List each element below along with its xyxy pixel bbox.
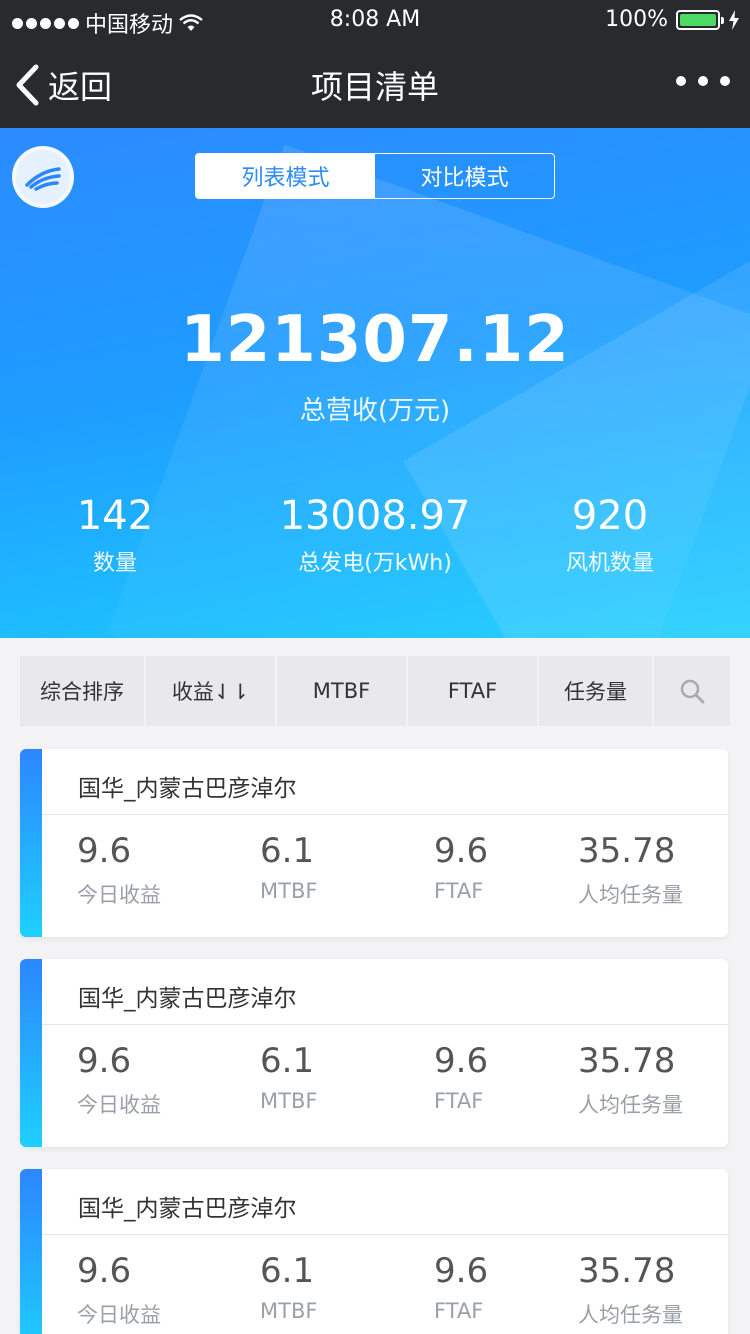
card-accent	[20, 959, 42, 1147]
metric-revenue: 9.6 今日收益	[77, 1041, 161, 1119]
sort-revenue[interactable]: 收益⇃⇂	[146, 656, 275, 726]
metric-mtbf: 6.1 MTBF	[260, 1041, 317, 1113]
tab-compare-mode[interactable]: 对比模式	[375, 154, 554, 198]
metric-value: 35.78	[578, 1041, 676, 1081]
sort-ftaf[interactable]: FTAF	[408, 656, 537, 726]
top-bar: 中国移动 8:08 AM 100% 返回 项目清单	[0, 0, 750, 128]
metric-label: 今日收益	[77, 883, 161, 907]
metric-tasks: 35.78 人均任务量	[578, 1251, 683, 1329]
metric-tasks: 35.78 人均任务量	[578, 831, 683, 909]
metric-revenue: 9.6 今日收益	[77, 831, 161, 909]
metric-value: 9.6	[434, 831, 489, 871]
card-accent	[20, 1169, 42, 1334]
search-icon	[680, 679, 705, 704]
status-right: 100%	[605, 7, 740, 32]
project-name: 国华_内蒙古巴彦淖尔	[78, 986, 297, 1012]
brand-logo	[12, 146, 74, 208]
summary-hero: 列表模式 对比模式 121307.12 总营收(万元) 142 数量 13008…	[0, 128, 750, 638]
page-title: 项目清单	[310, 68, 439, 106]
metric-value: 6.1	[260, 1041, 315, 1081]
metric-mtbf: 6.1 MTBF	[260, 831, 317, 903]
metric-ftaf: 9.6 FTAF	[434, 1251, 488, 1323]
divider	[42, 814, 728, 815]
metric-value: 9.6	[77, 1041, 132, 1081]
sort-bar: 综合排序 收益⇃⇂ MTBF FTAF 任务量	[20, 656, 730, 726]
stat-label: 风机数量	[565, 551, 654, 576]
metric-mtbf: 6.1 MTBF	[260, 1251, 317, 1323]
metric-value: 6.1	[260, 1251, 315, 1291]
metric-tasks: 35.78 人均任务量	[578, 1041, 683, 1119]
search-button[interactable]	[654, 656, 730, 726]
card-accent	[20, 749, 42, 937]
metric-value: 35.78	[578, 1251, 676, 1291]
metric-value: 9.6	[77, 831, 132, 871]
logo-icon	[25, 167, 61, 191]
metric-label: FTAF	[434, 1299, 484, 1323]
stat-label: 数量	[92, 551, 137, 576]
sort-mtbf[interactable]: MTBF	[277, 656, 406, 726]
charging-icon	[729, 9, 739, 30]
project-name: 国华_内蒙古巴彦淖尔	[78, 1196, 297, 1222]
metric-ftaf: 9.6 FTAF	[434, 831, 488, 903]
stat-label: 总发电(万kWh)	[298, 551, 452, 576]
view-mode-toggle: 列表模式 对比模式	[195, 153, 555, 199]
metric-label: 今日收益	[77, 1303, 161, 1327]
stat-turbines: 920 风机数量	[545, 493, 675, 577]
total-revenue-value: 121307.12	[180, 303, 570, 377]
stat-count: 142 数量	[40, 493, 190, 577]
project-card[interactable]: 国华_内蒙古巴彦淖尔 9.6 今日收益 6.1 MTBF 9.6 FTAF 35…	[20, 959, 728, 1147]
metric-label: FTAF	[434, 879, 484, 903]
nav-bar: 返回 项目清单	[0, 40, 750, 128]
more-icon[interactable]	[676, 76, 730, 86]
metric-value: 6.1	[260, 831, 315, 871]
project-card[interactable]: 国华_内蒙古巴彦淖尔 9.6 今日收益 6.1 MTBF 9.6 FTAF 35…	[20, 1169, 728, 1334]
project-name: 国华_内蒙古巴彦淖尔	[78, 776, 297, 802]
tab-list-mode[interactable]: 列表模式	[196, 154, 375, 198]
metric-value: 35.78	[578, 831, 676, 871]
metric-label: MTBF	[260, 1299, 318, 1323]
metric-label: 今日收益	[77, 1093, 161, 1117]
stat-generation: 13008.97 总发电(万kWh)	[260, 493, 490, 577]
metric-label: 人均任务量	[578, 1093, 683, 1117]
metric-value: 9.6	[434, 1041, 489, 1081]
metric-value: 9.6	[77, 1251, 132, 1291]
metric-revenue: 9.6 今日收益	[77, 1251, 161, 1329]
sort-tasks[interactable]: 任务量	[539, 656, 652, 726]
battery-icon	[676, 9, 724, 30]
project-card[interactable]: 国华_内蒙古巴彦淖尔 9.6 今日收益 6.1 MTBF 9.6 FTAF 35…	[20, 749, 728, 937]
metric-label: MTBF	[260, 1089, 318, 1113]
stat-value: 13008.97	[279, 493, 471, 539]
status-bar: 中国移动 8:08 AM 100%	[0, 0, 750, 40]
metric-label: 人均任务量	[578, 883, 683, 907]
metric-label: MTBF	[260, 879, 318, 903]
divider	[42, 1024, 728, 1025]
sort-overall[interactable]: 综合排序	[20, 656, 144, 726]
total-revenue-label: 总营收(万元)	[299, 396, 451, 426]
battery-percent: 100%	[605, 7, 668, 32]
divider	[42, 1234, 728, 1235]
stat-value: 920	[571, 493, 649, 539]
metric-label: 人均任务量	[578, 1303, 683, 1327]
stat-value: 142	[76, 493, 154, 539]
metric-ftaf: 9.6 FTAF	[434, 1041, 488, 1113]
metric-label: FTAF	[434, 1089, 484, 1113]
metric-value: 9.6	[434, 1251, 489, 1291]
